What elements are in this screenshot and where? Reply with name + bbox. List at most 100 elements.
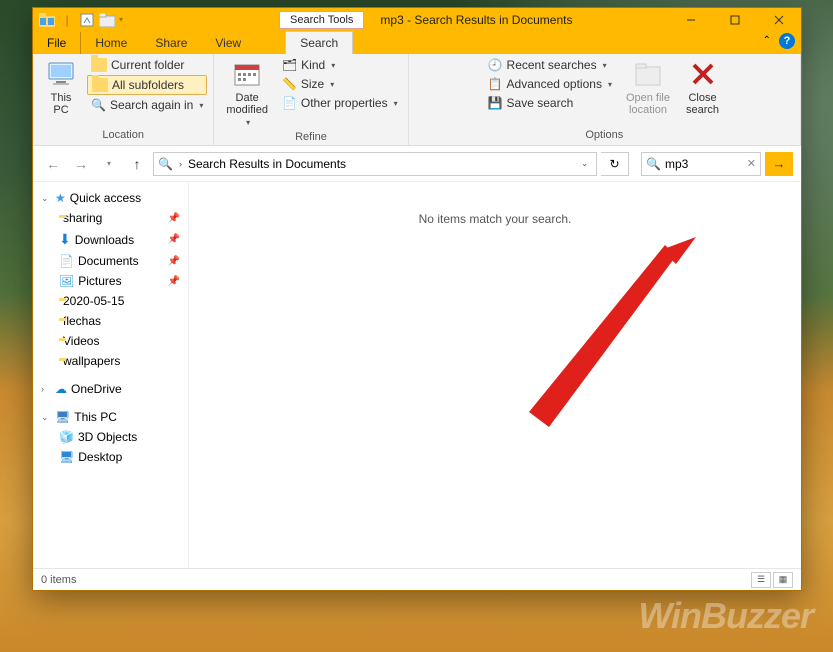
sidebar-item-label: Desktop	[78, 450, 122, 464]
advanced-options-label: Advanced options	[507, 77, 602, 91]
kind-button[interactable]: 🗂 Kind	[278, 56, 402, 74]
address-bar[interactable]: 🔍 › Search Results in Documents ⌄	[153, 152, 597, 176]
close-search-button[interactable]: Close search	[680, 56, 725, 118]
qat-dropdown-icon[interactable]: ▾	[119, 15, 123, 24]
tree-quick-access[interactable]: ⌄ ★ Quick access	[37, 188, 186, 208]
this-pc-button[interactable]: This PC	[39, 56, 83, 118]
group-label-refine: Refine	[295, 129, 327, 145]
expand-icon[interactable]: ⌄	[41, 412, 51, 423]
sidebar-item-sharing[interactable]: sharing 📌	[37, 208, 186, 228]
sidebar-item-pictures[interactable]: 🖼 Pictures 📌	[37, 271, 186, 291]
tab-home[interactable]: Home	[81, 32, 141, 54]
search-input[interactable]	[665, 157, 725, 171]
explorer-window: | ▾ Search Tools mp3 - Search Results in…	[32, 7, 802, 591]
other-properties-button[interactable]: 📄 Other properties	[278, 94, 402, 112]
nav-recent-dropdown[interactable]: ▾	[97, 152, 121, 176]
sidebar-item-2020-05-15[interactable]: 2020-05-15	[37, 291, 186, 311]
empty-results-text: No items match your search.	[419, 212, 572, 568]
item-icon: 📄	[59, 254, 74, 268]
open-location-icon	[632, 58, 664, 90]
sidebar-item-downloads[interactable]: ⬇ Downloads 📌	[37, 228, 186, 251]
address-path[interactable]: Search Results in Documents	[188, 157, 346, 171]
view-thumbnails-button[interactable]: ▦	[773, 572, 793, 588]
tree-onedrive[interactable]: › ☁ OneDrive	[37, 379, 186, 399]
sidebar-item-label: sharing	[63, 211, 102, 225]
group-label-options: Options	[585, 127, 623, 143]
tab-view[interactable]: View	[201, 32, 255, 54]
folder-icon	[91, 58, 107, 72]
new-folder-icon[interactable]	[99, 12, 115, 28]
pin-icon: 📌	[168, 256, 184, 267]
sidebar-item-label: wallpapers	[63, 354, 120, 368]
recent-searches-label: Recent searches	[507, 58, 597, 72]
properties-icon[interactable]	[79, 12, 95, 28]
search-location-icon: 🔍	[158, 157, 173, 171]
close-button[interactable]	[757, 8, 801, 31]
tab-file[interactable]: File	[33, 32, 81, 54]
window-title: mp3 - Search Results in Documents	[364, 13, 572, 27]
sidebar-item-label: Videos	[63, 334, 99, 348]
sidebar-item-label: Documents	[78, 254, 139, 268]
item-icon: 🖼	[59, 274, 74, 288]
save-search-label: Save search	[507, 96, 574, 110]
view-details-button[interactable]: ☰	[751, 572, 771, 588]
size-label: Size	[301, 77, 324, 91]
recent-searches-button[interactable]: 🕘 Recent searches	[484, 56, 616, 74]
ribbon-group-options: 🕘 Recent searches 📋 Advanced options 💾 S…	[409, 54, 801, 145]
refresh-button[interactable]: ↻	[601, 152, 629, 176]
nav-back-button: ←	[41, 152, 65, 176]
help-icon[interactable]: ?	[779, 33, 795, 49]
this-pc-label: This PC	[51, 92, 72, 116]
tree-this-pc[interactable]: ⌄ 🖥 This PC	[37, 407, 186, 427]
results-pane[interactable]: No items match your search.	[189, 182, 801, 568]
qat-separator: |	[59, 12, 75, 28]
clear-search-icon[interactable]: ✕	[747, 157, 756, 170]
advanced-options-button[interactable]: 📋 Advanced options	[484, 75, 616, 93]
pin-icon: 📌	[168, 234, 184, 245]
search-box[interactable]: 🔍 ✕	[641, 152, 761, 176]
sidebar-item-label: Pictures	[78, 274, 121, 288]
all-subfolders-label: All subfolders	[112, 78, 184, 92]
search-go-button[interactable]: →	[765, 152, 793, 176]
sidebar-item-3d-objects[interactable]: 🧊 3D Objects	[37, 427, 186, 447]
ribbon-group-location: This PC Current folder All subfolders 🔍 …	[33, 54, 214, 145]
tab-search[interactable]: Search	[285, 31, 353, 54]
date-modified-label: Date modified	[226, 92, 268, 116]
collapse-ribbon-icon[interactable]: ⌃	[763, 35, 771, 46]
sidebar-item-flechas[interactable]: flechas	[37, 311, 186, 331]
nav-up-button[interactable]: ↑	[125, 152, 149, 176]
breadcrumb-chevron-icon[interactable]: ›	[179, 159, 182, 169]
save-icon: 💾	[488, 96, 503, 110]
date-modified-button[interactable]: Date modified	[220, 56, 274, 129]
search-tools-context-tab[interactable]: Search Tools	[279, 11, 364, 29]
quick-access-label: Quick access	[70, 191, 141, 205]
computer-icon	[45, 58, 77, 90]
sidebar-item-wallpapers[interactable]: wallpapers	[37, 351, 186, 371]
tab-share[interactable]: Share	[141, 32, 201, 54]
ribbon-search: This PC Current folder All subfolders 🔍 …	[33, 54, 801, 146]
item-icon: 🖥	[59, 450, 74, 464]
recent-icon: 🕘	[488, 58, 503, 72]
save-search-button[interactable]: 💾 Save search	[484, 94, 616, 112]
quick-access-toolbar: | ▾	[33, 12, 129, 28]
item-icon: 🧊	[59, 430, 74, 444]
sidebar-item-videos[interactable]: Videos	[37, 331, 186, 351]
folder-icon	[92, 78, 108, 92]
minimize-button[interactable]	[669, 8, 713, 31]
ribbon-group-refine: Date modified 🗂 Kind 📏 Size 📄 Other prop…	[214, 54, 408, 145]
maximize-button[interactable]	[713, 8, 757, 31]
sidebar-item-documents[interactable]: 📄 Documents 📌	[37, 251, 186, 271]
open-location-label: Open file location	[626, 92, 670, 116]
star-icon: ★	[55, 191, 66, 205]
search-again-in-button[interactable]: 🔍 Search again in	[87, 96, 207, 114]
titlebar: | ▾ Search Tools mp3 - Search Results in…	[33, 8, 801, 31]
address-dropdown-icon[interactable]: ⌄	[577, 159, 592, 168]
expand-icon[interactable]: ›	[41, 384, 51, 394]
sidebar-item-desktop[interactable]: 🖥 Desktop	[37, 447, 186, 467]
all-subfolders-button[interactable]: All subfolders	[87, 75, 207, 95]
size-button[interactable]: 📏 Size	[278, 75, 402, 93]
expand-icon[interactable]: ⌄	[41, 193, 51, 204]
navigation-pane[interactable]: ⌄ ★ Quick access sharing 📌 ⬇ Downloads 📌…	[33, 182, 189, 568]
current-folder-button[interactable]: Current folder	[87, 56, 207, 74]
onedrive-icon: ☁	[55, 382, 67, 396]
